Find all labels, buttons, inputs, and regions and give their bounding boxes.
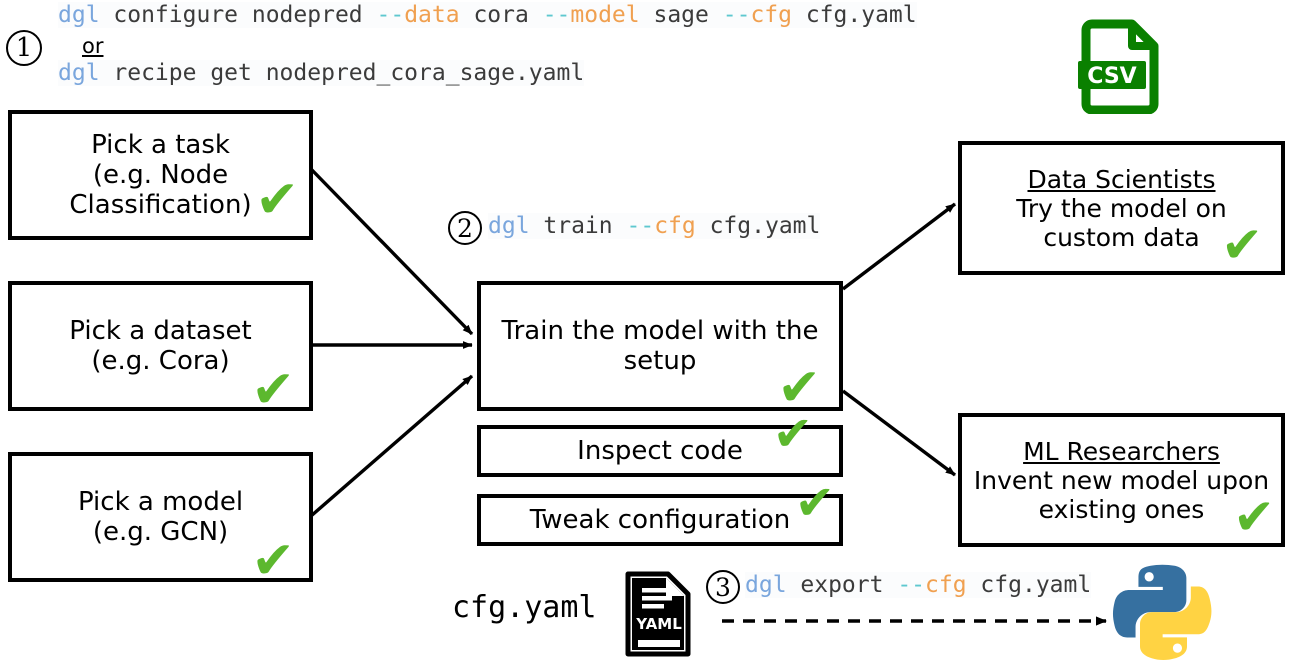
- step-number-3-label: 3: [715, 572, 731, 602]
- code-flag-cfg: cfg: [654, 213, 696, 239]
- input-box-task-line3: Classification): [69, 190, 252, 221]
- input-box-dataset-line2: (e.g. Cora): [91, 346, 230, 376]
- train-box-label: Train the model with the setup: [501, 315, 819, 376]
- output-box-data-scientists-line1: Try the model on: [1016, 193, 1227, 223]
- tweak-configuration-box[interactable]: Tweak configuration ✔: [477, 479, 843, 546]
- command-recipe-get: dgl recipe get nodepred_cora_sage.yaml: [58, 60, 585, 86]
- input-box-model[interactable]: Pick a model (e.g. GCN) ✔: [8, 452, 313, 587]
- input-box-task[interactable]: Pick a task (e.g. Node Classification) ✔: [8, 110, 313, 240]
- code-dash: --: [542, 2, 571, 28]
- input-box-dataset[interactable]: Pick a dataset (e.g. Cora) ✔: [8, 281, 313, 416]
- code-cmd: dgl: [58, 60, 100, 86]
- cfg-yaml-label: cfg.yaml: [452, 590, 597, 625]
- code-dash: --: [897, 572, 926, 598]
- arrow-task-to-train: [309, 167, 474, 336]
- output-box-ml-researchers[interactable]: ML Researchers Invent new model upon exi…: [958, 413, 1285, 547]
- input-box-model-line1: Pick a model: [77, 486, 244, 517]
- code-val-cfgyaml: cfg.yaml: [966, 572, 1092, 598]
- output-box-ml-researchers-line2: existing ones: [1038, 494, 1205, 524]
- code-dash: --: [376, 2, 405, 28]
- arrow-train-to-ml-researchers: [841, 389, 957, 477]
- arrow-model-to-train: [309, 374, 474, 518]
- input-box-task-line2: (e.g. Node: [92, 159, 229, 190]
- code-val-cfgyaml: cfg.yaml: [695, 213, 821, 239]
- output-box-data-scientists-title: Data Scientists: [1027, 164, 1216, 194]
- tweak-configuration-box-label: Tweak configuration: [529, 504, 791, 535]
- code-cmd: dgl: [745, 572, 787, 598]
- input-box-task-line1: Pick a task: [91, 129, 230, 160]
- or-separator-label: or: [82, 34, 104, 58]
- code-dash: --: [626, 213, 655, 239]
- input-box-model-line2: (e.g. GCN): [92, 517, 229, 547]
- csv-file-icon: CSV: [1078, 14, 1168, 114]
- command-configure: dgl configure nodepred --data cora --mod…: [58, 2, 917, 28]
- input-box-dataset-line1: Pick a dataset: [69, 315, 252, 346]
- output-box-data-scientists-line2: custom data: [1043, 222, 1200, 252]
- yaml-icon-label: YAML: [635, 615, 682, 633]
- diagram-canvas: 1 dgl configure nodepred --data cora --m…: [0, 0, 1293, 667]
- code-sub: train: [529, 213, 627, 239]
- code-val-sage: sage: [639, 2, 723, 28]
- output-box-ml-researchers-line1: Invent new model upon: [973, 465, 1270, 495]
- step-number-1-label: 1: [15, 33, 33, 63]
- code-flag-data: data: [404, 2, 460, 28]
- code-rest: recipe get nodepred_cora_sage.yaml: [99, 60, 585, 86]
- arrow-train-to-data-scientists: [841, 202, 957, 291]
- code-sub: configure nodepred: [99, 2, 377, 28]
- step-number-3: 3: [706, 570, 740, 604]
- code-val-cora: cora: [459, 2, 543, 28]
- inspect-code-box-label: Inspect code: [577, 435, 743, 466]
- yaml-file-icon: YAML: [622, 568, 694, 660]
- inspect-code-box[interactable]: Inspect code ✔: [477, 410, 843, 477]
- csv-icon-label: CSV: [1087, 64, 1136, 89]
- code-cmd: dgl: [488, 213, 530, 239]
- output-box-ml-researchers-title: ML Researchers: [1023, 436, 1220, 466]
- code-flag-cfg: cfg: [925, 572, 967, 598]
- step-number-1: 1: [6, 30, 42, 66]
- command-export: dgl export --cfg cfg.yaml: [745, 572, 1092, 598]
- train-box[interactable]: Train the model with the setup ✔: [477, 281, 843, 414]
- code-flag-model: model: [570, 2, 640, 28]
- python-logo-icon: [1112, 562, 1214, 662]
- step-number-2-label: 2: [457, 213, 473, 243]
- step-number-2: 2: [448, 211, 482, 245]
- code-val-cfgyaml: cfg.yaml: [791, 2, 917, 28]
- command-train: dgl train --cfg cfg.yaml: [488, 213, 821, 239]
- code-cmd: dgl: [58, 2, 100, 28]
- code-sub: export: [786, 572, 898, 598]
- code-dash: --: [722, 2, 751, 28]
- code-flag-cfg: cfg: [750, 2, 792, 28]
- output-box-data-scientists[interactable]: Data Scientists Try the model on custom …: [958, 141, 1285, 275]
